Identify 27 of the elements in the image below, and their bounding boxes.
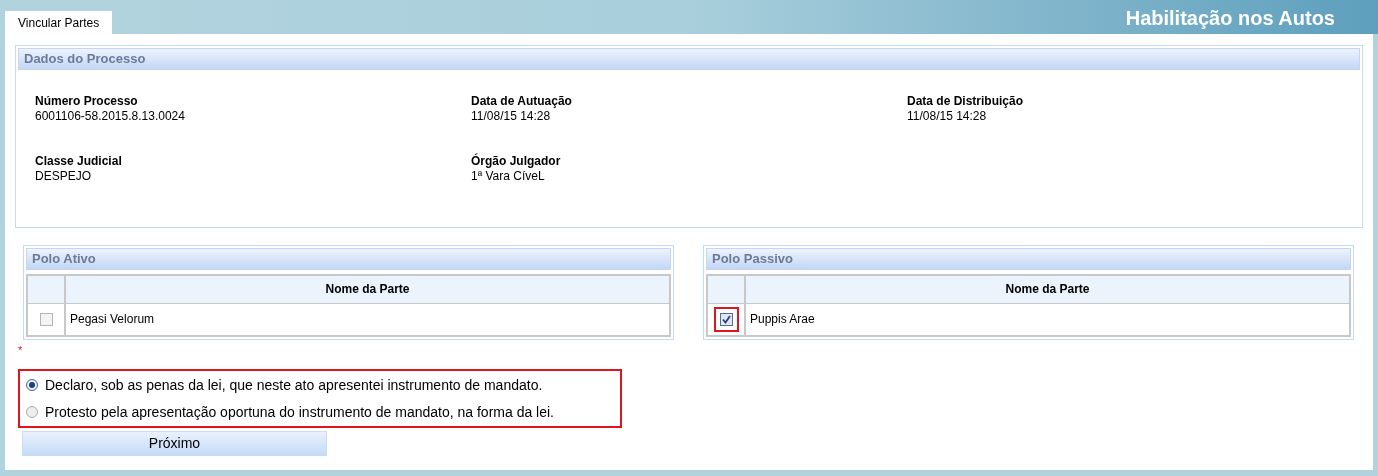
field-value: 6001106-58.2015.8.13.0024 (35, 109, 186, 124)
radio-label[interactable]: Declaro, sob as penas da lei, que neste ato apresentei instrumento de mandato. (45, 374, 543, 396)
tab[interactable]: Vincular Partes (5, 11, 113, 34)
table-cell: Pegasi Velorum (65, 303, 670, 336)
section-header: Polo Passivo (706, 248, 1351, 270)
field-value: 11/08/15 14:28 (907, 109, 988, 124)
field-label: Data de Autuação (471, 94, 573, 109)
table-cell: Puppis Arae (745, 303, 1350, 336)
field-label: Número Processo (35, 94, 139, 109)
radio-button[interactable] (26, 406, 38, 418)
field-value: 11/08/15 14:28 (471, 109, 552, 124)
field-value: DESPEJO (35, 169, 92, 184)
field-label: Órgão Julgador (471, 154, 562, 169)
field-label: Data de Distribuição (907, 94, 1025, 109)
next-button[interactable]: Próximo (22, 431, 327, 456)
field-label: Classe Judicial (35, 154, 123, 169)
required-mark: * (17, 344, 24, 356)
section-header: Dados do Processo (18, 48, 1360, 70)
check-icon (721, 314, 731, 324)
field-value: 1ª Vara CíveL (471, 169, 546, 184)
checkbox[interactable] (713, 306, 739, 332)
column-header: Nome da Parte (745, 275, 1350, 303)
column-header: Nome da Parte (65, 275, 670, 303)
section-header: Polo Ativo (26, 248, 671, 270)
radio-label[interactable]: Protesto pela apresentação oportuna do instrumento de mandato, na forma da lei. (45, 401, 554, 423)
radio-button[interactable] (26, 379, 38, 391)
page-title: Habilitação nos Autos (1125, 6, 1336, 31)
